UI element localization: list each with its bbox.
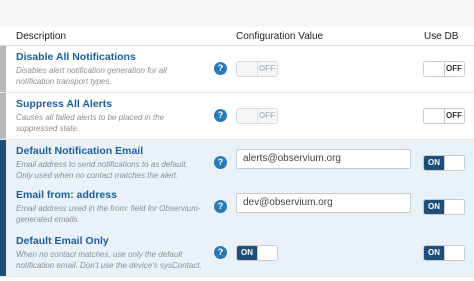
setting-description: Email address used in the from: field fo… — [16, 204, 201, 224]
config-value-toggle[interactable]: ON — [236, 245, 278, 261]
header-use-db: Use DB — [424, 31, 459, 42]
help-icon[interactable]: ? — [214, 156, 227, 169]
toggle-state-label: OFF — [446, 64, 462, 73]
table-header: Description Configuration Value Use DB — [0, 27, 474, 46]
help-icon[interactable]: ? — [214, 62, 227, 75]
row-status-bar — [0, 93, 6, 139]
row-status-bar — [0, 184, 6, 230]
help-icon[interactable]: ? — [214, 246, 227, 259]
setting-title: Suppress All Alerts — [16, 98, 113, 110]
toggle-knob — [237, 109, 258, 123]
setting-title: Disable All Notifications — [16, 51, 136, 63]
use-db-toggle[interactable]: ON — [423, 155, 465, 171]
toggle-state-label: ON — [424, 200, 444, 214]
default-notification-email-input[interactable]: alerts@observium.org — [236, 149, 411, 169]
help-icon[interactable]: ? — [214, 200, 227, 213]
header-description: Description — [16, 31, 67, 42]
toggle-knob — [424, 109, 445, 123]
setting-description: Disables alert notification generation f… — [16, 66, 167, 86]
setting-row-suppress-all-alerts: Suppress All Alerts Causes all failed al… — [0, 93, 474, 140]
toggle-knob — [237, 62, 258, 76]
toggle-state-label: OFF — [446, 111, 462, 120]
setting-row-default-email-only: Default Email Only When no contact match… — [0, 230, 474, 277]
setting-title: Default Email Only — [16, 235, 109, 247]
toggle-state-label: ON — [237, 246, 257, 260]
config-value-toggle: OFF — [236, 108, 278, 124]
toggle-knob — [424, 62, 445, 76]
toggle-state-label: ON — [424, 246, 444, 260]
toggle-state-label: ON — [424, 156, 444, 170]
header-configuration-value: Configuration Value — [236, 31, 324, 42]
toggle-knob — [257, 246, 277, 260]
setting-description: When no contact matches, use only the de… — [16, 250, 202, 270]
row-status-bar — [0, 140, 6, 186]
toggle-knob — [444, 200, 464, 214]
setting-description: Causes all failed alerts to be placed in… — [16, 113, 165, 133]
toggle-knob — [444, 246, 464, 260]
row-status-bar — [0, 46, 6, 92]
setting-description: Email address to send notifications to a… — [16, 160, 188, 180]
row-status-bar — [0, 230, 6, 276]
use-db-toggle[interactable]: OFF — [423, 108, 465, 124]
setting-row-email-from-address: Email from: address Email address used i… — [0, 184, 474, 231]
setting-title: Email from: address — [16, 189, 117, 201]
use-db-toggle[interactable]: OFF — [423, 61, 465, 77]
toggle-knob — [444, 156, 464, 170]
setting-row-disable-all-notifications: Disable All Notifications Disables alert… — [0, 46, 474, 93]
toggle-state-label: OFF — [259, 111, 275, 120]
config-value-toggle: OFF — [236, 61, 278, 77]
top-bar — [0, 0, 474, 28]
toggle-state-label: OFF — [259, 64, 275, 73]
email-from-address-input[interactable]: dev@observium.org — [236, 193, 411, 213]
use-db-toggle[interactable]: ON — [423, 245, 465, 261]
help-icon[interactable]: ? — [214, 109, 227, 122]
setting-title: Default Notification Email — [16, 145, 144, 157]
use-db-toggle[interactable]: ON — [423, 199, 465, 215]
setting-row-default-notification-email: Default Notification Email Email address… — [0, 140, 474, 187]
